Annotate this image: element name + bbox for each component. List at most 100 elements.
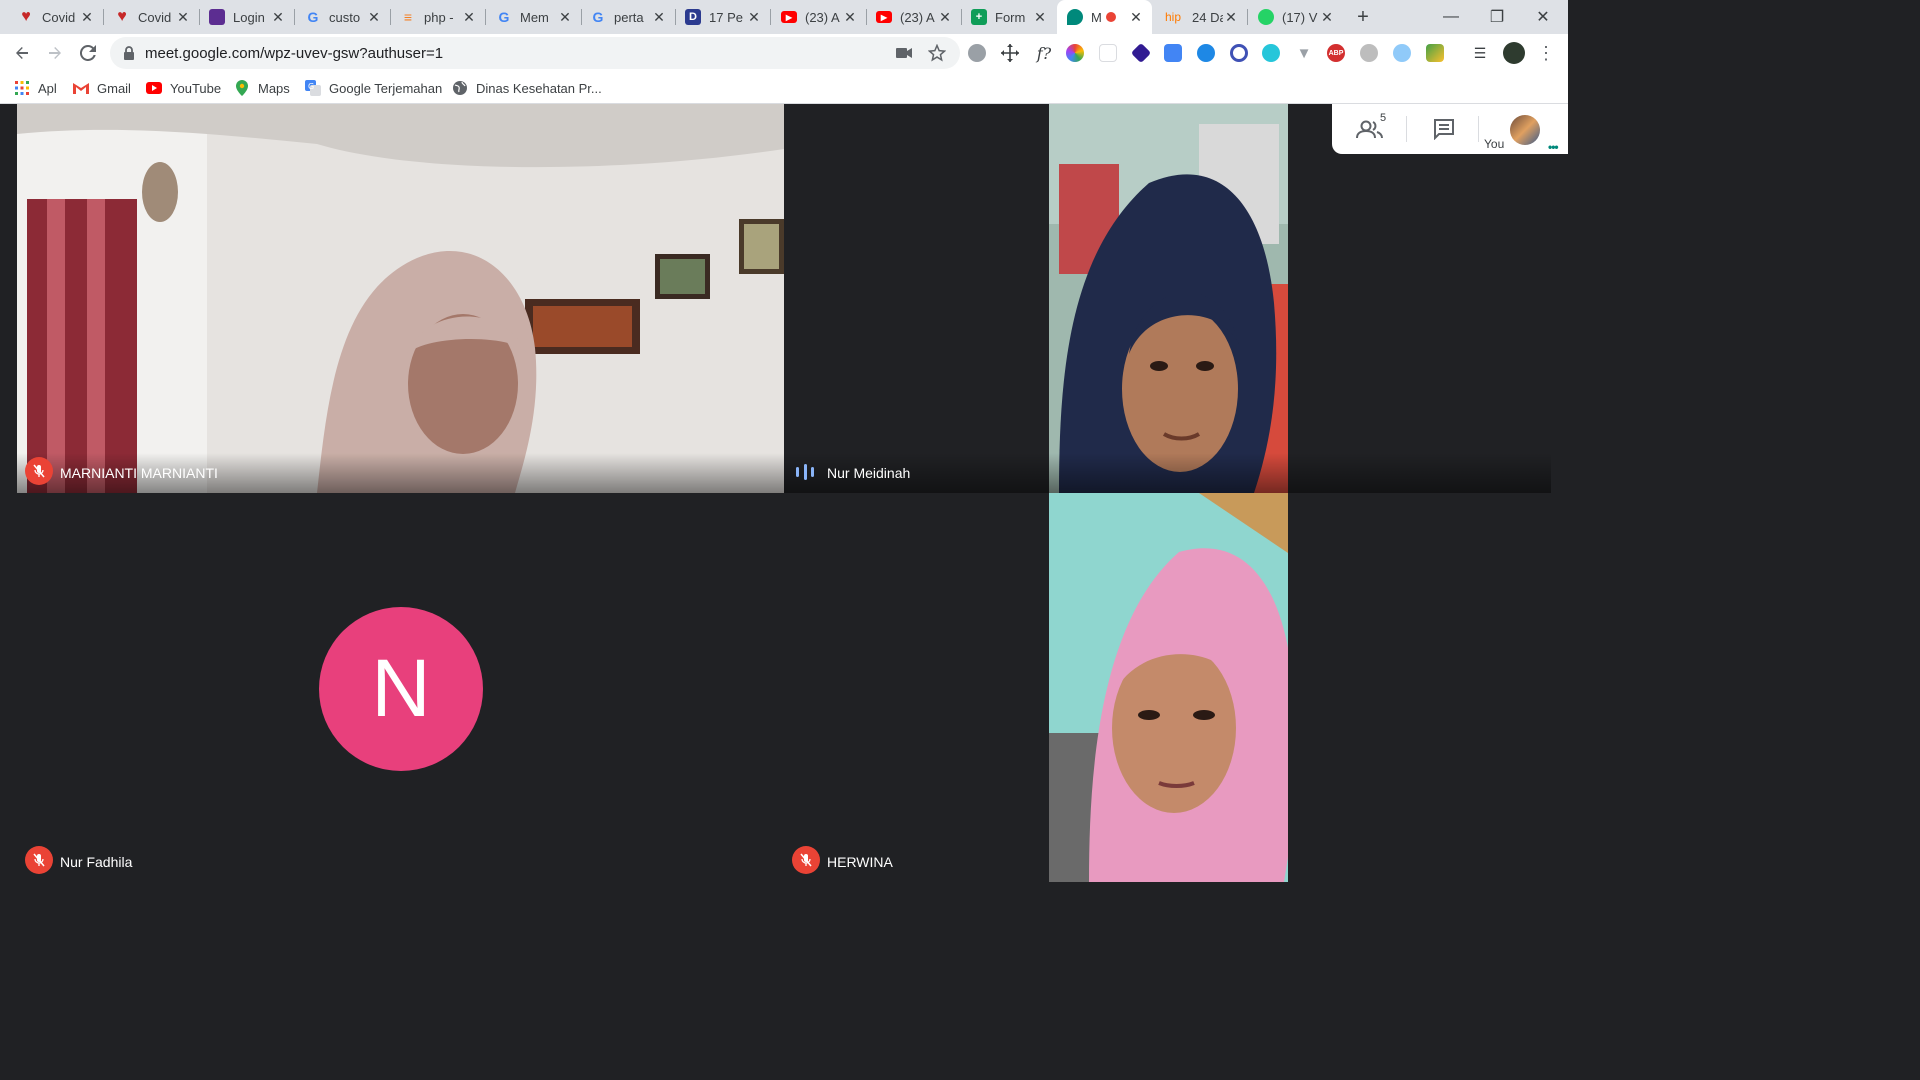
tab-title: Form [995,9,1026,25]
google-favicon-icon: G [592,9,604,25]
mic-off-icon [25,846,53,874]
youtube-favicon-icon: ▶ [876,11,892,23]
tab-item[interactable]: + Form ✕ [961,0,1056,34]
bookmark-maps[interactable]: Maps [234,78,290,98]
bookmark-dinas-kesehatan[interactable]: Dinas Kesehatan Pr... [452,78,602,98]
tab-close-icon[interactable]: ✕ [842,9,858,26]
camera-icon[interactable] [896,46,912,60]
participant-tile-nur-meidinah[interactable]: Nur Meidinah [784,104,1551,493]
lock-icon [124,46,134,60]
meet-favicon-icon [1067,9,1083,25]
color-picker-extension-icon[interactable] [1066,44,1084,62]
tab-item[interactable]: ♥ Covid ✕ [8,0,103,34]
calendar-extension-icon[interactable] [1099,44,1117,62]
colorlib-favicon-icon [209,9,225,25]
pot-extension-icon[interactable] [1360,44,1378,62]
more-dots-icon[interactable]: ••• [1548,140,1559,154]
browser-menu-icon[interactable]: ⋮ [1532,39,1560,67]
close-window-button[interactable]: ✕ [1520,0,1566,34]
tab-title: (23) A [900,9,935,25]
tab-close-icon[interactable]: ✕ [270,9,286,26]
tab-item[interactable]: D 17 Pe ✕ [675,0,770,34]
tab-title: php - [424,9,454,25]
D-favicon-icon: D [685,9,701,25]
extension-gear-icon[interactable] [968,44,986,62]
tab-item[interactable]: ▶ (23) A ✕ [771,0,866,34]
bookmark-apl[interactable]: Apl [14,78,57,98]
maximize-button[interactable]: ❐ [1474,0,1520,34]
participant-tile-herwina[interactable]: HERWINA [784,493,1551,882]
tab-close-icon[interactable]: ✕ [557,9,573,26]
tab-title: (17) V [1282,9,1318,25]
bookmark-star-icon[interactable] [928,44,946,62]
tab-item[interactable]: hip 24 Da✕ [1152,0,1247,34]
tab-item[interactable]: ♥ Covid ✕ [104,0,199,34]
forward-arrow-icon [49,47,61,59]
diamond-extension-icon[interactable] [1130,42,1152,64]
tab-title: custo [329,9,361,25]
maps-icon [234,80,250,96]
reload-button[interactable] [74,39,102,67]
tab-close-icon[interactable]: ✕ [461,9,477,26]
tab-item[interactable]: ▶ (23) A ✕ [866,0,961,34]
participant-video [17,104,784,493]
tab-item[interactable]: Login ✕ [199,0,294,34]
tab-close-icon[interactable]: ✕ [79,9,95,26]
svg-text:G: G [308,82,314,91]
feather-extension-icon[interactable] [1393,44,1411,62]
tab-item[interactable]: Gcusto ✕ [295,0,390,34]
bookmark-gmail[interactable]: Gmail [73,78,131,98]
tab-close-icon[interactable]: ✕ [937,9,953,26]
participant-video [1049,493,1288,882]
globe-extension-icon[interactable] [1197,44,1215,62]
new-tab-button[interactable]: + [1340,0,1386,34]
meet-stage: MARNIANTI MARNIANTI Nur Meidinah N Nur F… [0,104,1568,882]
tab-close-icon[interactable]: ✕ [1128,9,1144,26]
tab-title: M [1091,9,1102,25]
hip-favicon-icon: hip [1164,10,1181,24]
media-control-icon[interactable]: ☰ [1466,39,1494,67]
bookmark-youtube[interactable]: YouTube [146,78,221,98]
adblock-extension-icon[interactable]: ABP [1327,44,1345,62]
tab-title: Covid [138,9,172,25]
leaf-extension-icon[interactable] [1426,44,1444,62]
tab-item[interactable]: M ✕ [1057,0,1152,34]
bookmark-google-translate[interactable]: G Google Terjemahan [305,78,442,98]
chat-icon [1434,119,1454,140]
tab-item[interactable]: G Mem ✕ [486,0,581,34]
participants-button[interactable]: 5 [1348,112,1392,146]
forward-button[interactable] [41,39,69,67]
profile-avatar-icon[interactable] [1503,42,1525,64]
tab-item[interactable]: Gperta ✕ [580,0,675,34]
participant-avatar: N [319,607,483,771]
address-bar[interactable]: meet.google.com/wpz-uvev-gsw?authuser=1 [110,37,960,69]
translate-extension-icon[interactable] [1164,44,1182,62]
teal-extension-icon[interactable] [1262,44,1280,62]
youtube-favicon-icon: ▶ [781,11,797,23]
meet-top-controls: 5 You ••• [1332,104,1568,154]
tab-strip: ♥ Covid ✕ ♥ Covid ✕ Login ✕ Gcusto ✕ ≡ php - ✕ G Mem ✕ G… [0,0,1568,34]
vue-extension-icon[interactable]: ▼ [1290,39,1318,67]
participant-tile-nur-fadhila[interactable]: N Nur Fadhila [17,493,784,882]
google-favicon-icon: G [307,9,319,25]
tab-close-icon[interactable]: ✕ [1032,9,1048,26]
minimize-button[interactable]: — [1428,0,1474,34]
chat-button[interactable] [1426,112,1462,146]
tab-close-icon[interactable]: ✕ [366,9,382,26]
participant-tile-marnianti[interactable]: MARNIANTI MARNIANTI [17,104,784,493]
record-extension-icon[interactable] [1230,44,1248,62]
tab-close-icon[interactable]: ✕ [1223,9,1239,26]
tab-close-icon[interactable]: ✕ [651,9,667,26]
tab-item[interactable]: ≡ php - ✕ [390,0,485,34]
tab-close-icon[interactable]: ✕ [746,9,762,26]
back-button[interactable] [8,39,36,67]
tab-item[interactable]: (17) V ✕ [1248,0,1343,34]
self-avatar[interactable] [1510,115,1540,145]
heart-favicon-icon: ♥ [117,8,127,25]
formula-extension-icon[interactable]: f? [1030,39,1058,67]
extension-move-icon[interactable] [996,39,1024,67]
tab-close-icon[interactable]: ✕ [1319,9,1335,26]
tab-title: Login [233,9,265,25]
tab-close-icon[interactable]: ✕ [175,9,191,26]
bookmark-label: Maps [258,80,290,96]
